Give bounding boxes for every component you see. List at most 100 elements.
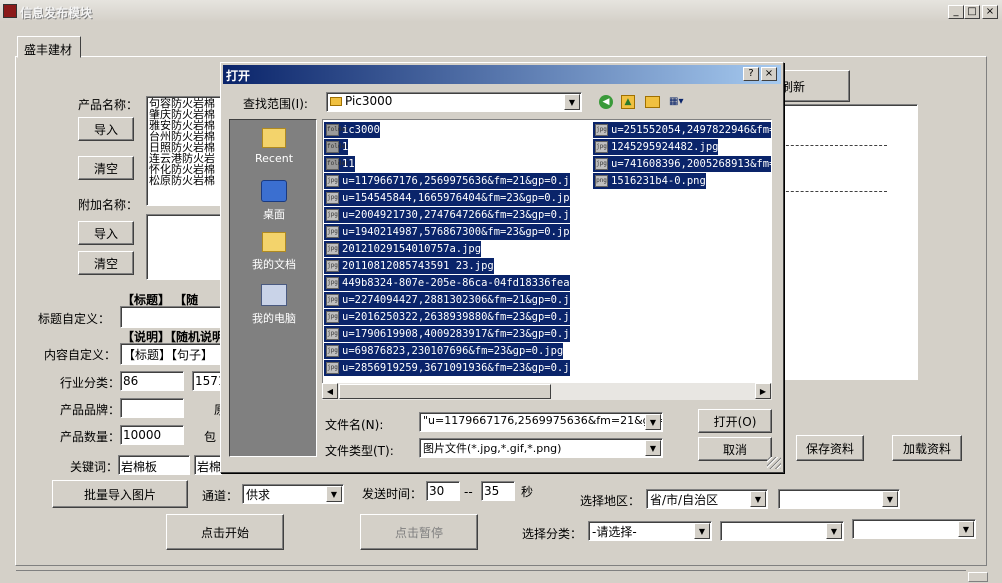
pause-button[interactable]: 点击暂停 [360, 514, 478, 550]
save-data-button[interactable]: 保存资料 [796, 435, 864, 461]
file-item[interactable]: folder 1 [324, 139, 349, 155]
clear-product-button[interactable]: 清空 [78, 156, 134, 180]
place-recent[interactable]: Recent [230, 128, 318, 165]
filetype-select[interactable]: 图片文件(*.jpg,*.gif,*.png) ▼ [419, 438, 663, 458]
file-list-scrollbar[interactable]: ◀ ▶ [322, 383, 772, 400]
window-titlebar: 信息发布模块 _ □ × [0, 0, 1002, 22]
place-desktop[interactable]: 桌面 [230, 180, 318, 222]
places-bar: Recent 桌面 我的文档 我的电脑 [229, 119, 317, 457]
chevron-down-icon[interactable]: ▼ [750, 491, 766, 507]
file-item[interactable]: png 1516231b4-0.png [593, 173, 706, 189]
clear-extra-button[interactable]: 清空 [78, 251, 134, 275]
qty-input[interactable]: 10000 [120, 425, 184, 445]
send-from-input[interactable]: 30 [426, 481, 460, 501]
chevron-down-icon[interactable]: ▼ [882, 491, 898, 507]
import-product-button[interactable]: 导入 [78, 117, 134, 141]
resize-grip[interactable] [968, 572, 988, 582]
file-item[interactable]: jpg 20110812085743591 23.jpg [324, 258, 494, 274]
file-item[interactable]: jpg u=2016250322,2638939880&fm=23&gp=0.jp… [324, 309, 570, 325]
maximize-button[interactable]: □ [964, 5, 980, 19]
chevron-down-icon[interactable]: ▼ [694, 523, 710, 539]
file-item[interactable]: jpg u=2856919259,3671091936&fm=23&gp=0.jp… [324, 360, 570, 376]
help-button[interactable]: ? [743, 67, 759, 81]
dialog-close-button[interactable]: × [761, 67, 777, 81]
file-name: u=251552054,2497822946&fm=2 [611, 124, 771, 136]
file-item[interactable]: jpg u=251552054,2497822946&fm=2 [593, 122, 771, 138]
keyword-input[interactable]: 岩棉板 [118, 455, 190, 475]
place-desktop-label: 桌面 [263, 208, 285, 221]
place-computer[interactable]: 我的电脑 [230, 284, 318, 326]
file-item[interactable]: jpg u=1179667176,2569975636&fm=21&gp=0.jp… [324, 173, 570, 189]
batch-import-images-button[interactable]: 批量导入图片 [52, 480, 188, 508]
category-select-3[interactable]: ▼ [852, 519, 976, 539]
industry-input-2[interactable]: 1571 [192, 371, 222, 391]
city-select[interactable]: ▼ [778, 489, 900, 509]
file-item[interactable]: jpg 20121029154010757a.jpg [324, 241, 482, 257]
category-label: 选择分类： [522, 527, 583, 541]
region-label: 选择地区： [580, 494, 641, 508]
industry-input[interactable]: 86 [120, 371, 184, 391]
region-value: 省/市/自治区 [650, 493, 719, 507]
tab-shengfeng[interactable]: 盛丰建材 [17, 36, 81, 58]
region-select[interactable]: 省/市/自治区 ▼ [646, 489, 768, 509]
chevron-down-icon[interactable]: ▼ [645, 440, 661, 456]
filetype-value: 图片文件(*.jpg,*.gif,*.png) [423, 442, 562, 455]
place-documents[interactable]: 我的文档 [230, 232, 318, 272]
chevron-down-icon[interactable]: ▼ [826, 523, 842, 539]
file-name: u=2004921730,2747647266&fm=23&gp=0.jpg [342, 209, 570, 221]
up-folder-icon[interactable]: ▲ [621, 95, 635, 109]
product-list-item[interactable]: 松原防火岩棉 [149, 175, 219, 186]
file-name: u=2856919259,3671091936&fm=23&gp=0.jpg [342, 362, 570, 374]
file-item[interactable]: jpg u=69876823,230107696&fm=23&gp=0.jpg [324, 343, 564, 359]
refresh-button[interactable]: 刷新 [774, 70, 850, 102]
file-name: 1245295924482.jpg [611, 141, 719, 153]
new-folder-icon[interactable] [645, 96, 660, 108]
send-to-input[interactable]: 35 [481, 481, 515, 501]
file-item[interactable]: jpg u=741608396,2005268913&fm=2 [593, 156, 771, 172]
keyword-input-2[interactable]: 岩棉 [194, 455, 222, 475]
chevron-down-icon[interactable]: ▼ [326, 486, 342, 502]
lookin-label: 查找范围(I): [243, 97, 308, 111]
lookin-select[interactable]: Pic3000 ▼ [326, 92, 582, 112]
file-item[interactable]: jpg u=1940214987,576867300&fm=23&gp=0.jpg [324, 224, 570, 240]
file-list[interactable]: folder ic3000 folder 1 folder 11 jpg u=11796671… [322, 119, 772, 399]
scroll-left-icon[interactable]: ◀ [322, 383, 338, 399]
file-item[interactable]: jpg u=2004921730,2747647266&fm=23&gp=0.jp… [324, 207, 570, 223]
view-menu-icon[interactable]: ▦▾ [669, 96, 691, 108]
filename-input[interactable]: "u=1179667176,2569975636&fm=21&gp=0.jp ▼ [419, 412, 663, 432]
jpg-file-icon: jpg [595, 141, 608, 153]
scroll-right-icon[interactable]: ▶ [755, 383, 771, 399]
minimize-button[interactable]: _ [948, 5, 964, 19]
product-name-list[interactable]: 句容防火岩棉 肇庆防火岩棉 雅安防火岩棉 台州防火岩棉 日照防火岩棉 连云港防火岩 怀化防火… [146, 96, 222, 206]
channel-select[interactable]: 供求 ▼ [242, 484, 344, 504]
title-custom-input[interactable] [120, 306, 222, 328]
file-item[interactable]: jpg 449b8324-807e-205e-86ca-04fd18336fea.… [324, 275, 570, 291]
load-data-button[interactable]: 加载资料 [892, 435, 962, 461]
category-select-1[interactable]: -请选择- ▼ [588, 521, 712, 541]
category-select-2[interactable]: ▼ [720, 521, 844, 541]
file-name: u=741608396,2005268913&fm=2 [611, 158, 771, 170]
extra-name-list[interactable] [146, 214, 222, 280]
jpg-file-icon: jpg [326, 277, 339, 289]
start-button[interactable]: 点击开始 [166, 514, 284, 550]
jpg-file-icon: jpg [326, 243, 339, 255]
content-custom-input[interactable]: 【标题】【句子】 [120, 343, 222, 365]
close-button[interactable]: × [982, 5, 998, 19]
size-grip[interactable] [767, 457, 781, 469]
filename-label: 文件名(N): [325, 418, 384, 432]
chevron-down-icon[interactable]: ▼ [645, 414, 661, 430]
file-item[interactable]: jpg 1245295924482.jpg [593, 139, 719, 155]
brand-input[interactable] [120, 398, 184, 418]
open-button[interactable]: 打开(O) [698, 409, 772, 433]
file-item[interactable]: jpg u=1790619908,4009283917&fm=23&gp=0.jp… [324, 326, 570, 342]
file-item[interactable]: jpg u=2274094427,2881302306&fm=21&gp=0.jp… [324, 292, 570, 308]
chevron-down-icon[interactable]: ▼ [564, 94, 580, 110]
chevron-down-icon[interactable]: ▼ [958, 521, 974, 537]
back-icon[interactable]: ◀ [599, 95, 613, 109]
file-item[interactable]: folder 11 [324, 156, 355, 172]
file-item[interactable]: folder ic3000 [324, 122, 380, 138]
scroll-thumb[interactable] [339, 384, 551, 399]
file-item[interactable]: jpg u=154545844,1665976404&fm=23&gp=0.jpg [324, 190, 570, 206]
import-extra-button[interactable]: 导入 [78, 221, 134, 245]
cancel-button[interactable]: 取消 [698, 437, 772, 461]
